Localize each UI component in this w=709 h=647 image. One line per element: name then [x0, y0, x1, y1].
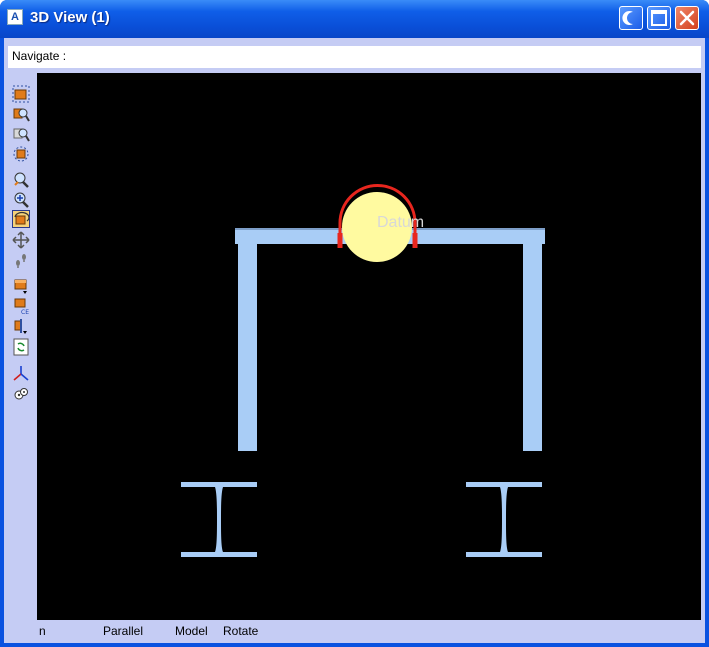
svg-text:CE: CE [21, 309, 29, 315]
clipping-icon[interactable] [12, 317, 30, 335]
orbit-button[interactable] [12, 210, 30, 228]
settings-icon[interactable] [12, 385, 30, 403]
navigate-label: Navigate : [12, 49, 67, 63]
refresh-icon[interactable] [12, 338, 30, 356]
title-bar[interactable]: A 3D View (1) [0, 0, 709, 38]
minimize-button[interactable] [619, 6, 643, 30]
zoom-previous-icon[interactable] [12, 125, 30, 143]
status-projection[interactable]: Parallel [103, 624, 143, 638]
zoom-window-icon[interactable] [12, 105, 30, 123]
maximize-icon [651, 10, 667, 26]
zoom-dynamic-icon[interactable] [12, 171, 30, 189]
left-post [238, 244, 257, 451]
close-button[interactable] [675, 6, 699, 30]
window-title: 3D View (1) [30, 9, 110, 26]
orbit-icon [14, 211, 30, 225]
zoom-extents-icon[interactable] [12, 85, 30, 103]
datum-label: Datum [377, 214, 424, 231]
3d-viewport[interactable]: Datum [37, 73, 701, 620]
model-drawing: Datum [181, 184, 545, 557]
minimize-icon [622, 11, 633, 26]
view-toolbar: CE [10, 84, 32, 404]
maximize-button[interactable] [647, 6, 671, 30]
window-frame: A 3D View (1) Navigate : CE Datum n Para… [0, 0, 709, 647]
zoom-in-icon[interactable] [12, 191, 30, 209]
status-tool[interactable]: Rotate [223, 624, 258, 638]
status-bar: n Parallel Model Rotate [4, 620, 705, 642]
navigate-bar[interactable]: Navigate : [8, 46, 701, 68]
clamp-left-nut [337, 233, 343, 248]
walk-icon[interactable] [12, 251, 30, 269]
close-icon [679, 10, 695, 26]
status-item-n: n [39, 624, 46, 638]
clamp-right-nut [412, 233, 418, 248]
right-post [523, 244, 542, 451]
app-icon: A [7, 9, 23, 25]
client-area: Navigate : CE Datum n Parallel Model Rot… [4, 38, 705, 643]
pan-icon[interactable] [12, 231, 30, 249]
zoom-selection-icon[interactable] [12, 145, 30, 163]
left-i-beam [181, 482, 257, 557]
view-presets-icon[interactable] [12, 277, 30, 295]
camera-eye-icon[interactable]: CE [12, 297, 30, 315]
status-mode[interactable]: Model [175, 624, 208, 638]
right-i-beam [466, 482, 542, 557]
axes-icon[interactable] [12, 365, 30, 383]
